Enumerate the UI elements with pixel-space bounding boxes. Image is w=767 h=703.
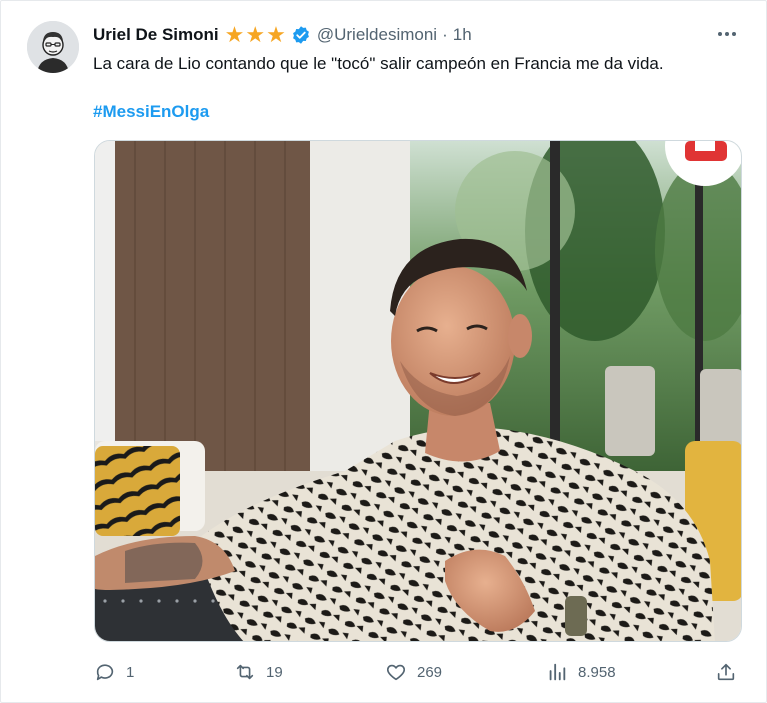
reply-button[interactable]: 1 — [94, 656, 134, 688]
header-separator: · — [442, 25, 448, 44]
share-button[interactable] — [715, 656, 737, 688]
hashtag-link[interactable]: #MessiEnOlga — [93, 102, 209, 122]
retweet-icon — [236, 664, 254, 680]
display-name[interactable]: Uriel De Simoni — [93, 25, 219, 45]
views-button[interactable]: 8.958 — [546, 656, 616, 688]
tweet-header: Uriel De Simoni ★ ★ ★ @Urieldesimoni · 1… — [93, 22, 472, 48]
share-icon — [717, 663, 735, 681]
star-icon: ★ — [266, 22, 286, 47]
retweet-button[interactable]: 19 — [234, 656, 283, 688]
star-icon: ★ — [224, 22, 245, 47]
tweet-card[interactable]: Uriel De Simoni ★ ★ ★ @Urieldesimoni · 1… — [0, 0, 767, 703]
video-frame-image — [95, 141, 741, 641]
heart-icon — [387, 664, 405, 681]
star-badges: ★ ★ ★ — [225, 24, 287, 46]
star-icon: ★ — [245, 22, 266, 47]
tweet-text: La cara de Lio contando que le "tocó" sa… — [93, 54, 664, 73]
reply-count: 1 — [126, 663, 135, 681]
action-bar: 1 19 269 8.958 — [1, 656, 767, 688]
more-options-button[interactable] — [716, 23, 738, 45]
views-count: 8.958 — [578, 663, 616, 681]
avatar[interactable] — [27, 21, 79, 73]
like-count: 269 — [417, 663, 443, 681]
avatar-cartoon-icon — [27, 21, 79, 73]
views-bar-chart-icon — [549, 663, 566, 681]
verified-badge-icon — [292, 26, 309, 44]
tweet-media-image[interactable] — [94, 140, 742, 642]
like-button[interactable]: 269 — [385, 656, 442, 688]
tweet-timestamp[interactable]: 1h — [453, 25, 472, 45]
user-handle[interactable]: @Urieldesimoni — [317, 25, 437, 45]
reply-icon — [96, 664, 114, 681]
more-dots-icon — [718, 32, 736, 36]
retweet-count: 19 — [266, 663, 283, 681]
